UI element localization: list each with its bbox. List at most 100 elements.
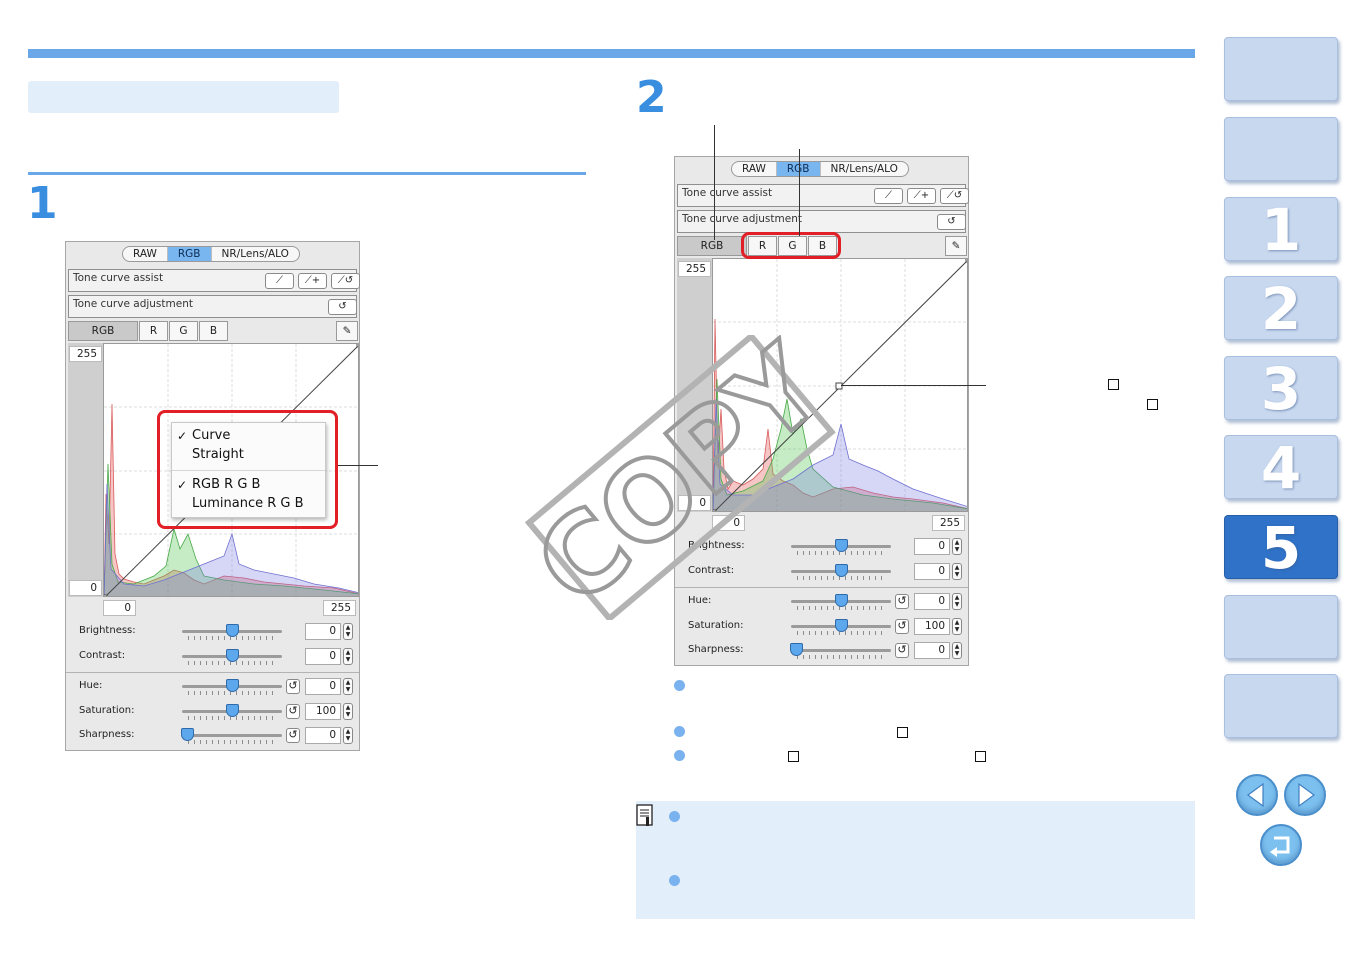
channel-rgb-button[interactable]: RGB bbox=[68, 321, 138, 341]
sharpness-label: Sharpness: bbox=[688, 644, 744, 655]
hue-stepper[interactable]: ▲ ▼ bbox=[952, 593, 962, 610]
tone-curve-assist-row: Tone curve assist ⟋ ⟋+ ⟋↺ bbox=[677, 184, 969, 207]
brightness-stepper[interactable]: ▲ ▼ bbox=[343, 623, 353, 640]
saturation-slider-thumb[interactable] bbox=[226, 704, 239, 717]
contrast-slider-thumb[interactable] bbox=[226, 649, 239, 662]
channel-rgb-button[interactable]: RGB bbox=[677, 236, 747, 256]
nav-button-chapter-3[interactable]: 3 bbox=[1224, 356, 1338, 420]
note-box bbox=[636, 801, 1195, 919]
tab-nr-lens-alo[interactable]: NR/Lens/ALO bbox=[212, 247, 299, 261]
return-icon[interactable] bbox=[1260, 824, 1302, 866]
brightness-value[interactable]: 0 bbox=[914, 538, 950, 555]
tone-curve-assist-label: Tone curve assist bbox=[73, 272, 164, 284]
channel-highlight bbox=[741, 232, 841, 259]
brightness-row: Brightness: 0 ▲ ▼ bbox=[66, 622, 359, 642]
brightness-slider-thumb[interactable] bbox=[226, 624, 239, 637]
assist-high-button[interactable]: ⟋↺ bbox=[331, 273, 360, 289]
nav-button-reference[interactable] bbox=[1224, 595, 1338, 659]
menu-item-luminance-rgb[interactable]: Luminance R G B bbox=[192, 496, 304, 511]
plot-y-max: 255 bbox=[678, 261, 711, 277]
nav-button-chapter-5[interactable]: 5 bbox=[1224, 515, 1338, 579]
sharpness-stepper[interactable]: ▲ ▼ bbox=[952, 642, 962, 659]
palette-tabs: RAW RGB NR/Lens/ALO bbox=[122, 246, 300, 262]
callout-line bbox=[338, 465, 378, 466]
eyedropper-icon[interactable]: ✎ bbox=[336, 321, 358, 341]
contrast-stepper[interactable]: ▲ ▼ bbox=[952, 563, 962, 580]
tab-raw[interactable]: RAW bbox=[732, 162, 777, 176]
nav-label: 1 bbox=[1260, 196, 1302, 264]
hue-value[interactable]: 0 bbox=[305, 678, 341, 695]
reset-icon[interactable]: ↺ bbox=[895, 619, 909, 634]
sharpness-label: Sharpness: bbox=[79, 729, 135, 740]
hue-stepper[interactable]: ▲ ▼ bbox=[343, 678, 353, 695]
reset-icon[interactable]: ↺ bbox=[895, 594, 909, 609]
channel-b-button[interactable]: B bbox=[199, 321, 228, 341]
square-symbol bbox=[1108, 379, 1119, 390]
tab-nr-lens-alo[interactable]: NR/Lens/ALO bbox=[821, 162, 908, 176]
sharpness-slider-thumb[interactable] bbox=[790, 643, 803, 656]
copy-stamp-icon: COPY bbox=[512, 320, 849, 632]
tab-raw[interactable]: RAW bbox=[123, 247, 168, 261]
channel-g-button[interactable]: G bbox=[169, 321, 198, 341]
saturation-value[interactable]: 100 bbox=[914, 618, 950, 635]
contrast-value[interactable]: 0 bbox=[305, 648, 341, 665]
reset-icon[interactable]: ↺ bbox=[286, 704, 300, 719]
menu-item-curve[interactable]: Curve bbox=[192, 428, 230, 443]
plot-y-min: 0 bbox=[69, 580, 102, 596]
saturation-slider-thumb[interactable] bbox=[835, 619, 848, 632]
eyedropper-icon[interactable]: ✎ bbox=[945, 236, 967, 256]
sharpness-track[interactable] bbox=[791, 649, 891, 652]
square-symbol bbox=[897, 727, 908, 738]
saturation-stepper[interactable]: ▲ ▼ bbox=[952, 618, 962, 635]
memo-icon bbox=[636, 804, 656, 828]
assist-high-button[interactable]: ⟋↺ bbox=[940, 188, 969, 204]
plot-x-max: 255 bbox=[323, 600, 356, 616]
tone-curve-assist-label: Tone curve assist bbox=[682, 187, 773, 199]
reset-icon[interactable]: ↺ bbox=[328, 299, 357, 315]
sharpness-slider-thumb[interactable] bbox=[181, 728, 194, 741]
nav-button-chapter-4[interactable]: 4 bbox=[1224, 435, 1338, 499]
nav-button-intro[interactable] bbox=[1224, 117, 1338, 181]
menu-item-rgb-rgb[interactable]: RGB R G B bbox=[192, 477, 260, 492]
assist-reset-button[interactable]: ⟋ bbox=[265, 273, 294, 289]
plot-x-max: 255 bbox=[932, 515, 965, 531]
tone-curve-popup-menu: ✓ Curve Straight ✓ RGB R G B Luminance R… bbox=[171, 422, 326, 518]
sharpness-stepper[interactable]: ▲ ▼ bbox=[343, 727, 353, 744]
reset-icon[interactable]: ↺ bbox=[286, 679, 300, 694]
contrast-value[interactable]: 0 bbox=[914, 563, 950, 580]
header-rule bbox=[28, 49, 1195, 58]
brightness-value[interactable]: 0 bbox=[305, 623, 341, 640]
sharpness-value[interactable]: 0 bbox=[914, 642, 950, 659]
hue-slider-thumb[interactable] bbox=[226, 679, 239, 692]
assist-standard-button[interactable]: ⟋+ bbox=[907, 188, 936, 204]
reset-icon[interactable]: ↺ bbox=[286, 728, 300, 743]
check-icon: ✓ bbox=[177, 478, 188, 492]
contrast-stepper[interactable]: ▲ ▼ bbox=[343, 648, 353, 665]
hue-value[interactable]: 0 bbox=[914, 593, 950, 610]
forward-arrow-icon[interactable] bbox=[1284, 774, 1326, 816]
nav-button-chapter-1[interactable]: 1 bbox=[1224, 197, 1338, 261]
brightness-stepper[interactable]: ▲ ▼ bbox=[952, 538, 962, 555]
channel-r-button[interactable]: R bbox=[139, 321, 168, 341]
bullet-point bbox=[674, 750, 685, 761]
back-arrow-icon[interactable] bbox=[1236, 774, 1278, 816]
sharpness-value[interactable]: 0 bbox=[305, 727, 341, 744]
assist-reset-button[interactable]: ⟋ bbox=[874, 188, 903, 204]
square-symbol bbox=[1147, 399, 1158, 410]
reset-icon[interactable]: ↺ bbox=[937, 214, 966, 230]
saturation-stepper[interactable]: ▲ ▼ bbox=[343, 703, 353, 720]
saturation-value[interactable]: 100 bbox=[305, 703, 341, 720]
menu-item-straight[interactable]: Straight bbox=[192, 447, 244, 462]
nav-button-chapter-2[interactable]: 2 bbox=[1224, 276, 1338, 340]
nav-button-index[interactable] bbox=[1224, 674, 1338, 738]
reset-icon[interactable]: ↺ bbox=[895, 643, 909, 658]
bullet-point bbox=[669, 875, 680, 886]
assist-standard-button[interactable]: ⟋+ bbox=[298, 273, 327, 289]
sharpness-track[interactable] bbox=[182, 734, 282, 737]
nav-button-contents[interactable] bbox=[1224, 37, 1338, 101]
callout-line-point bbox=[841, 385, 986, 386]
plot-x-min: 0 bbox=[103, 600, 136, 616]
step-number-1: 1 bbox=[27, 178, 58, 229]
tab-rgb[interactable]: RGB bbox=[167, 247, 212, 261]
check-icon: ✓ bbox=[177, 429, 188, 443]
